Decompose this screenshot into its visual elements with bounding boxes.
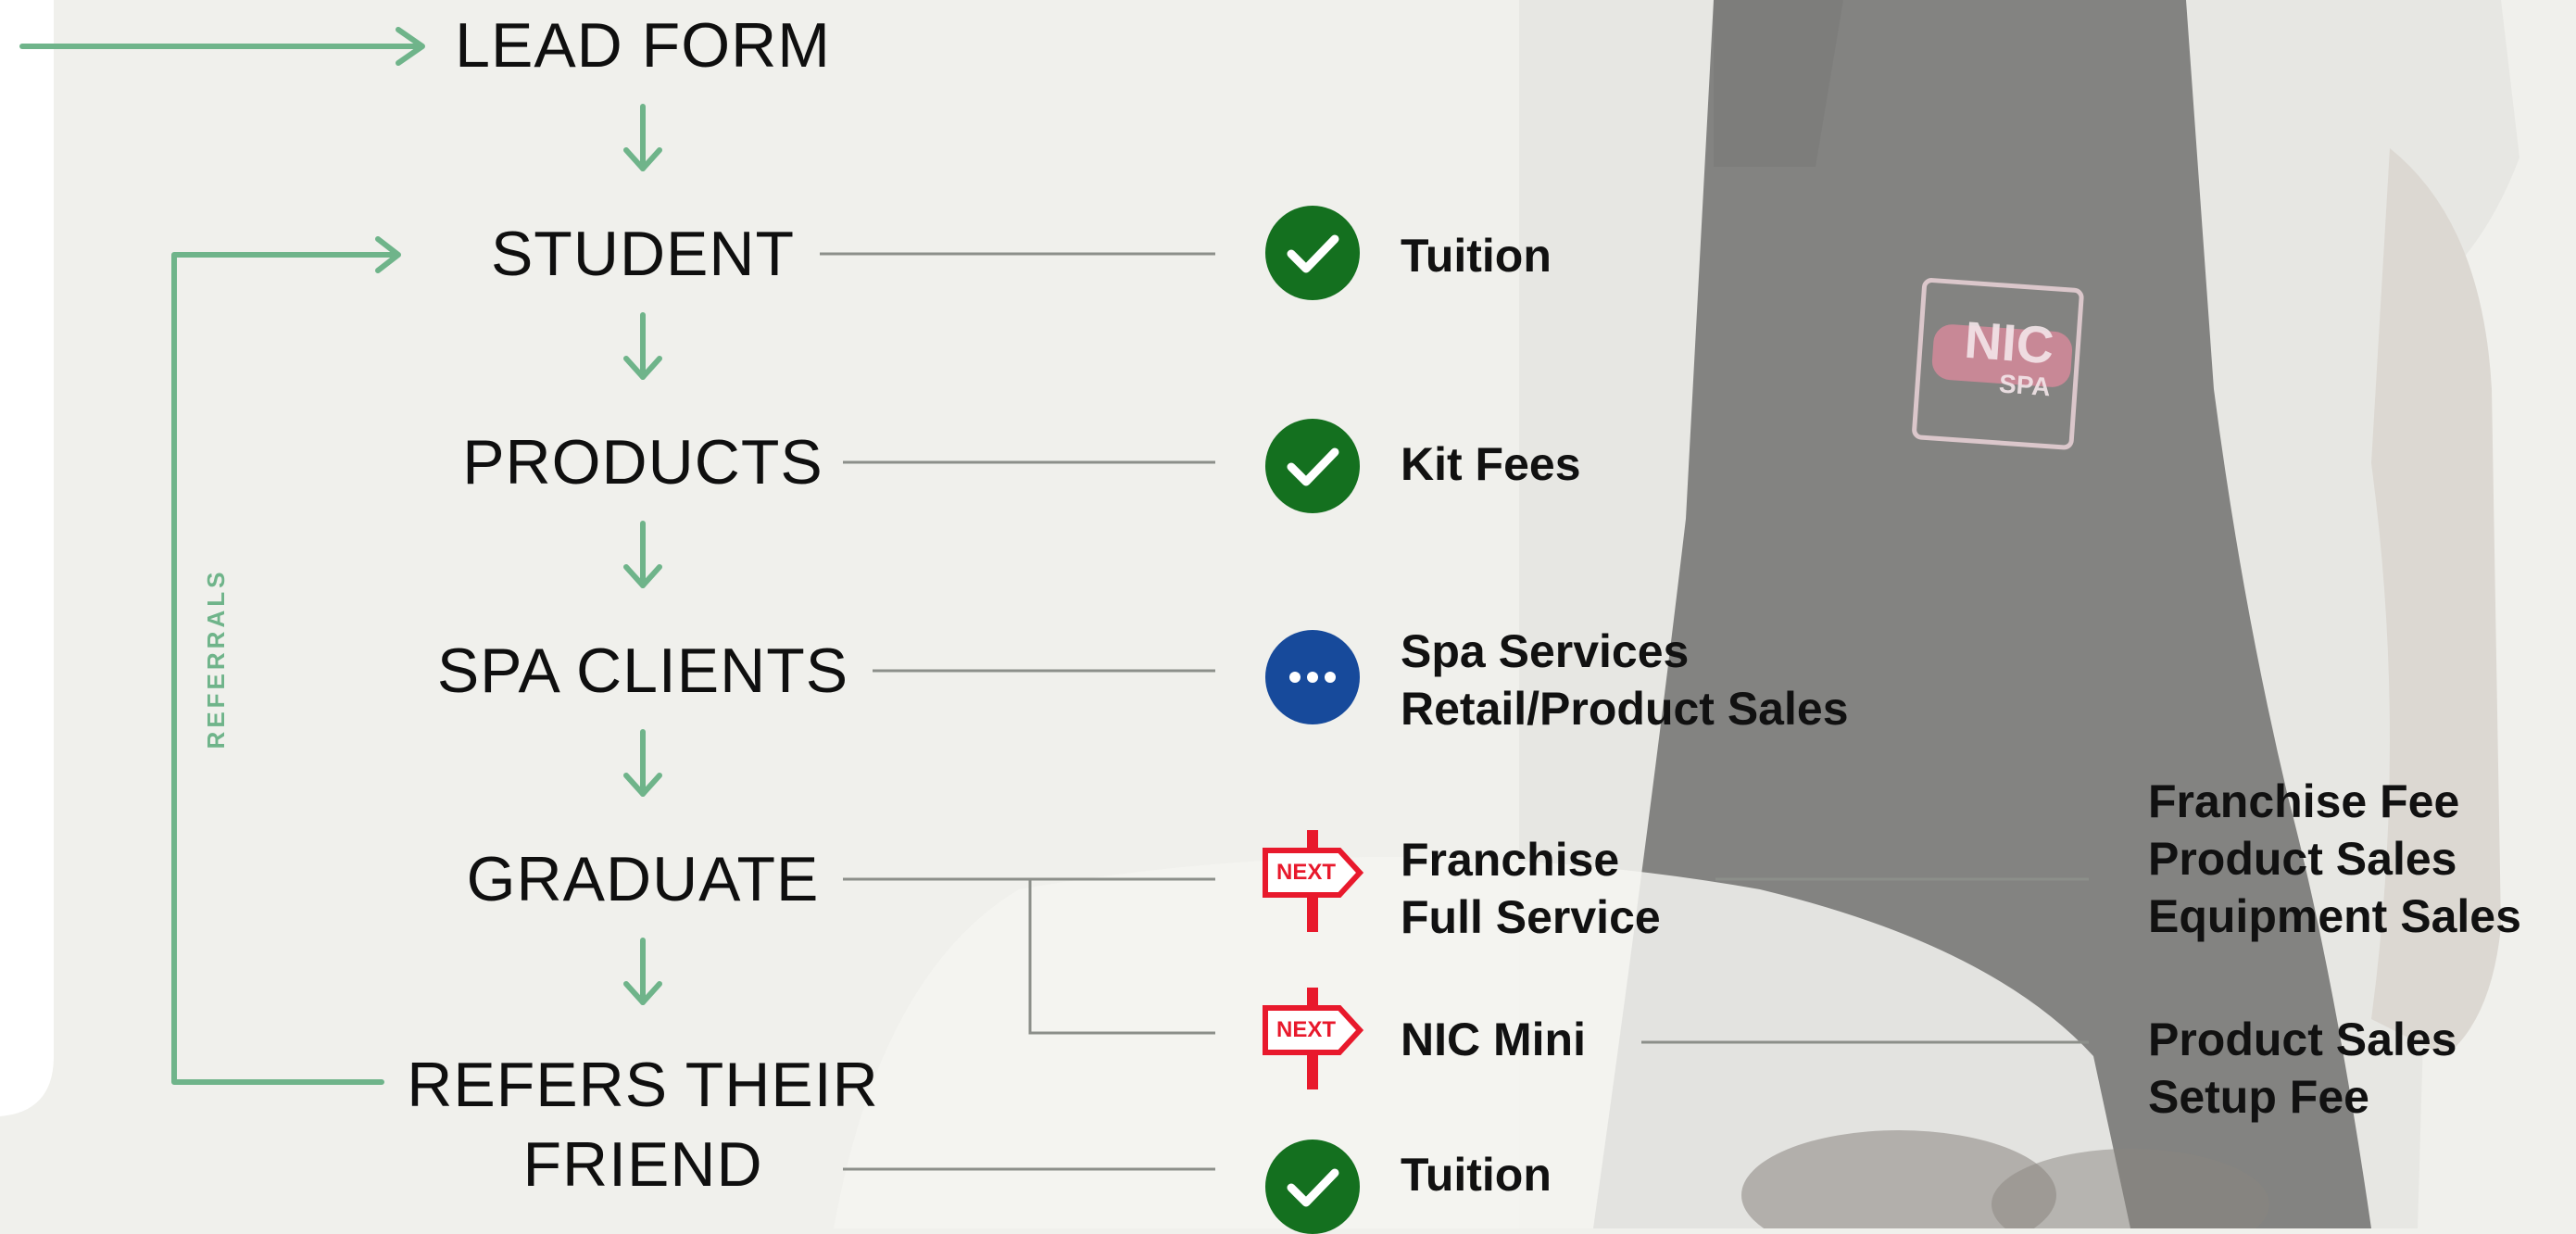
nic-mini-detail-1: Product Sales [2148,1014,2457,1065]
down-arrow-1 [623,104,662,171]
stage-graduate: GRADUATE [365,839,921,919]
revenue-franchise-line-2: Full Service [1401,891,1661,943]
next-sign-icon: NEXT [1262,988,1363,1089]
revenue-nic-mini-line-1: NIC Mini [1401,1014,1586,1065]
connector-graduate-branch [1028,879,1215,1035]
stage-student-label: STUDENT [490,219,796,289]
revenue-refers-line-1: Tuition [1401,1149,1552,1201]
referrals-label: REFERRALS [202,568,230,749]
revenue-refers: Tuition [1401,1146,1552,1203]
nic-mini-details: Product Sales Setup Fee [2148,1011,2457,1126]
check-circle-icon [1265,206,1360,300]
next-sign-icon: NEXT [1262,830,1363,932]
revenue-spa-line-2: Retail/Product Sales [1401,683,1849,735]
stage-products-label: PRODUCTS [462,427,823,497]
revenue-franchise: Franchise Full Service [1401,831,1661,946]
down-arrow-3 [623,521,662,588]
stage-spa-clients-label: SPA CLIENTS [436,636,849,706]
revenue-products: Kit Fees [1401,435,1581,493]
franchise-detail-3: Equipment Sales [2148,890,2521,942]
ellipsis-circle-icon [1265,630,1360,724]
next-sign-text: NEXT [1275,1017,1336,1042]
nic-mini-detail-2: Setup Fee [2148,1071,2369,1123]
down-arrow-2 [623,312,662,380]
stage-refers-their-friend: REFERS THEIR FRIEND [365,1045,921,1204]
stage-lead-form: LEAD FORM [365,6,921,85]
down-arrow-4 [623,729,662,797]
down-arrow-5 [623,938,662,1005]
check-circle-icon [1265,419,1360,513]
stage-student: STUDENT [365,214,921,294]
revenue-student: Tuition [1401,227,1552,284]
stage-refers-line-2: FRIEND [522,1129,763,1200]
stage-refers-line-1: REFERS THEIR [407,1050,879,1120]
revenue-franchise-line-1: Franchise [1401,834,1620,886]
check-circle-icon [1265,1140,1360,1234]
next-sign-text: NEXT [1275,860,1336,885]
revenue-spa-clients: Spa Services Retail/Product Sales [1401,623,1849,737]
franchise-detail-1: Franchise Fee [2148,775,2460,827]
revenue-spa-line-1: Spa Services [1401,625,1690,677]
franchise-detail-2: Product Sales [2148,833,2457,885]
revenue-products-line-1: Kit Fees [1401,438,1581,490]
revenue-student-line-1: Tuition [1401,230,1552,282]
stage-lead-form-label: LEAD FORM [455,10,831,81]
franchise-details: Franchise Fee Product Sales Equipment Sa… [2148,773,2521,945]
stage-products: PRODUCTS [365,422,921,502]
revenue-nic-mini: NIC Mini [1401,1011,1586,1068]
stage-spa-clients: SPA CLIENTS [365,631,921,711]
stage-graduate-label: GRADUATE [466,844,820,914]
